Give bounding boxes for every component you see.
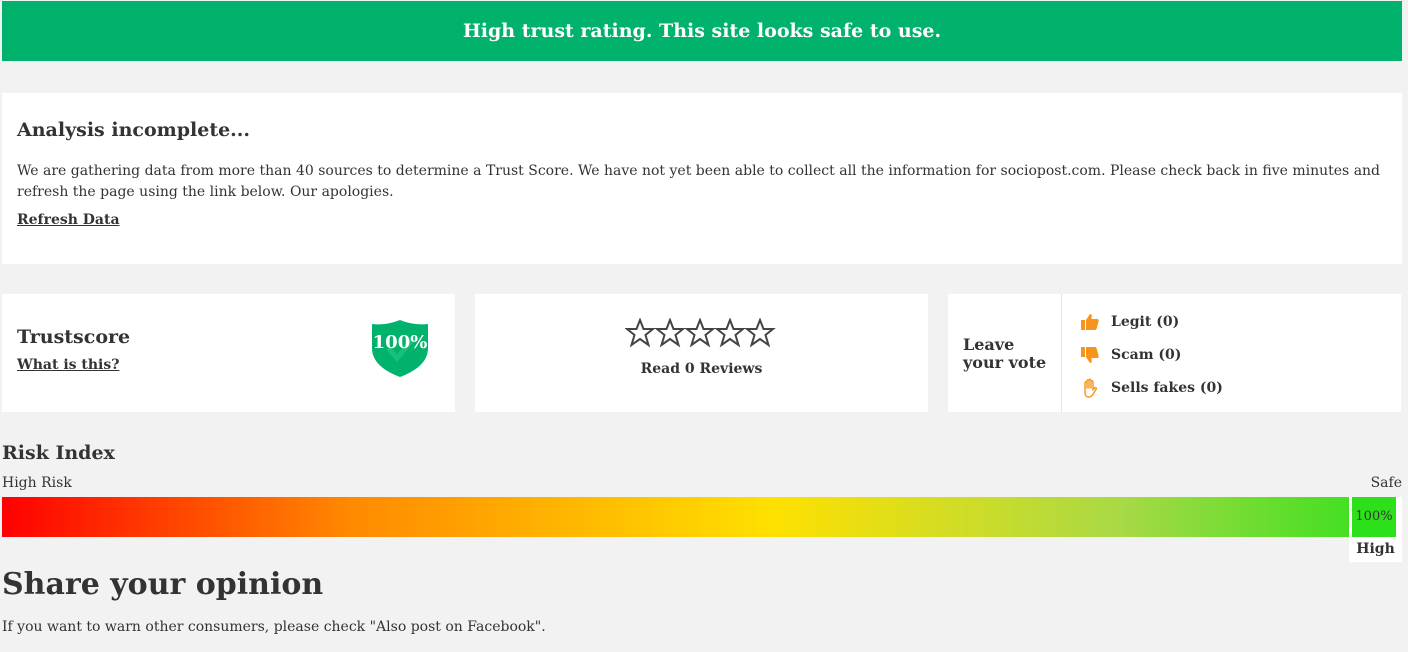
trust-banner: High trust rating. This site looks safe … bbox=[2, 1, 1402, 61]
thumbs-up-icon bbox=[1081, 314, 1099, 330]
star-rating[interactable] bbox=[625, 318, 777, 348]
reviews-card: Read 0 Reviews bbox=[475, 294, 928, 412]
vote-scam-button[interactable]: Scam (0) bbox=[1080, 344, 1181, 366]
risk-value: 100% bbox=[1352, 497, 1396, 537]
star-icon bbox=[744, 318, 776, 348]
star-icon bbox=[714, 318, 746, 348]
trustscore-label: Trustscore bbox=[17, 326, 131, 348]
refresh-data-link[interactable]: Refresh Data bbox=[17, 212, 120, 228]
read-reviews-link[interactable]: Read 0 Reviews bbox=[475, 361, 928, 377]
share-opinion-title: Share your opinion bbox=[2, 567, 324, 602]
trustscore-card: Trustscore What is this? 100% bbox=[2, 294, 455, 412]
what-is-this-link[interactable]: What is this? bbox=[17, 357, 119, 373]
vote-divider bbox=[1061, 294, 1062, 412]
thumbs-down-icon bbox=[1081, 347, 1099, 363]
vote-card: Leave your vote Legit (0) Scam (0) Sells… bbox=[948, 294, 1401, 412]
high-risk-label: High Risk bbox=[2, 475, 72, 491]
vote-legit-label: Legit (0) bbox=[1111, 314, 1180, 330]
analysis-text: We are gathering data from more than 40 … bbox=[17, 163, 1381, 200]
safe-label: Safe bbox=[1370, 475, 1402, 491]
hand-stop-icon bbox=[1084, 378, 1098, 398]
risk-index-title: Risk Index bbox=[2, 442, 115, 464]
vote-sells-fakes-label: Sells fakes (0) bbox=[1111, 380, 1223, 396]
risk-gradient-bar bbox=[2, 497, 1402, 537]
risk-marker: 100% bbox=[1349, 497, 1402, 537]
trustscore-value: 100% bbox=[372, 332, 428, 353]
vote-sells-fakes-button[interactable]: Sells fakes (0) bbox=[1080, 377, 1223, 399]
analysis-card: Analysis incomplete... We are gathering … bbox=[2, 93, 1402, 264]
vote-legit-button[interactable]: Legit (0) bbox=[1080, 311, 1179, 333]
star-icon bbox=[654, 318, 686, 348]
star-icon bbox=[625, 318, 656, 348]
risk-level-label: High bbox=[1349, 537, 1402, 562]
analysis-title: Analysis incomplete... bbox=[17, 119, 251, 141]
star-icon bbox=[684, 318, 716, 348]
share-opinion-text: If you want to warn other consumers, ple… bbox=[2, 619, 546, 635]
vote-scam-label: Scam (0) bbox=[1111, 347, 1182, 363]
leave-vote-label: Leave your vote bbox=[963, 335, 1047, 372]
